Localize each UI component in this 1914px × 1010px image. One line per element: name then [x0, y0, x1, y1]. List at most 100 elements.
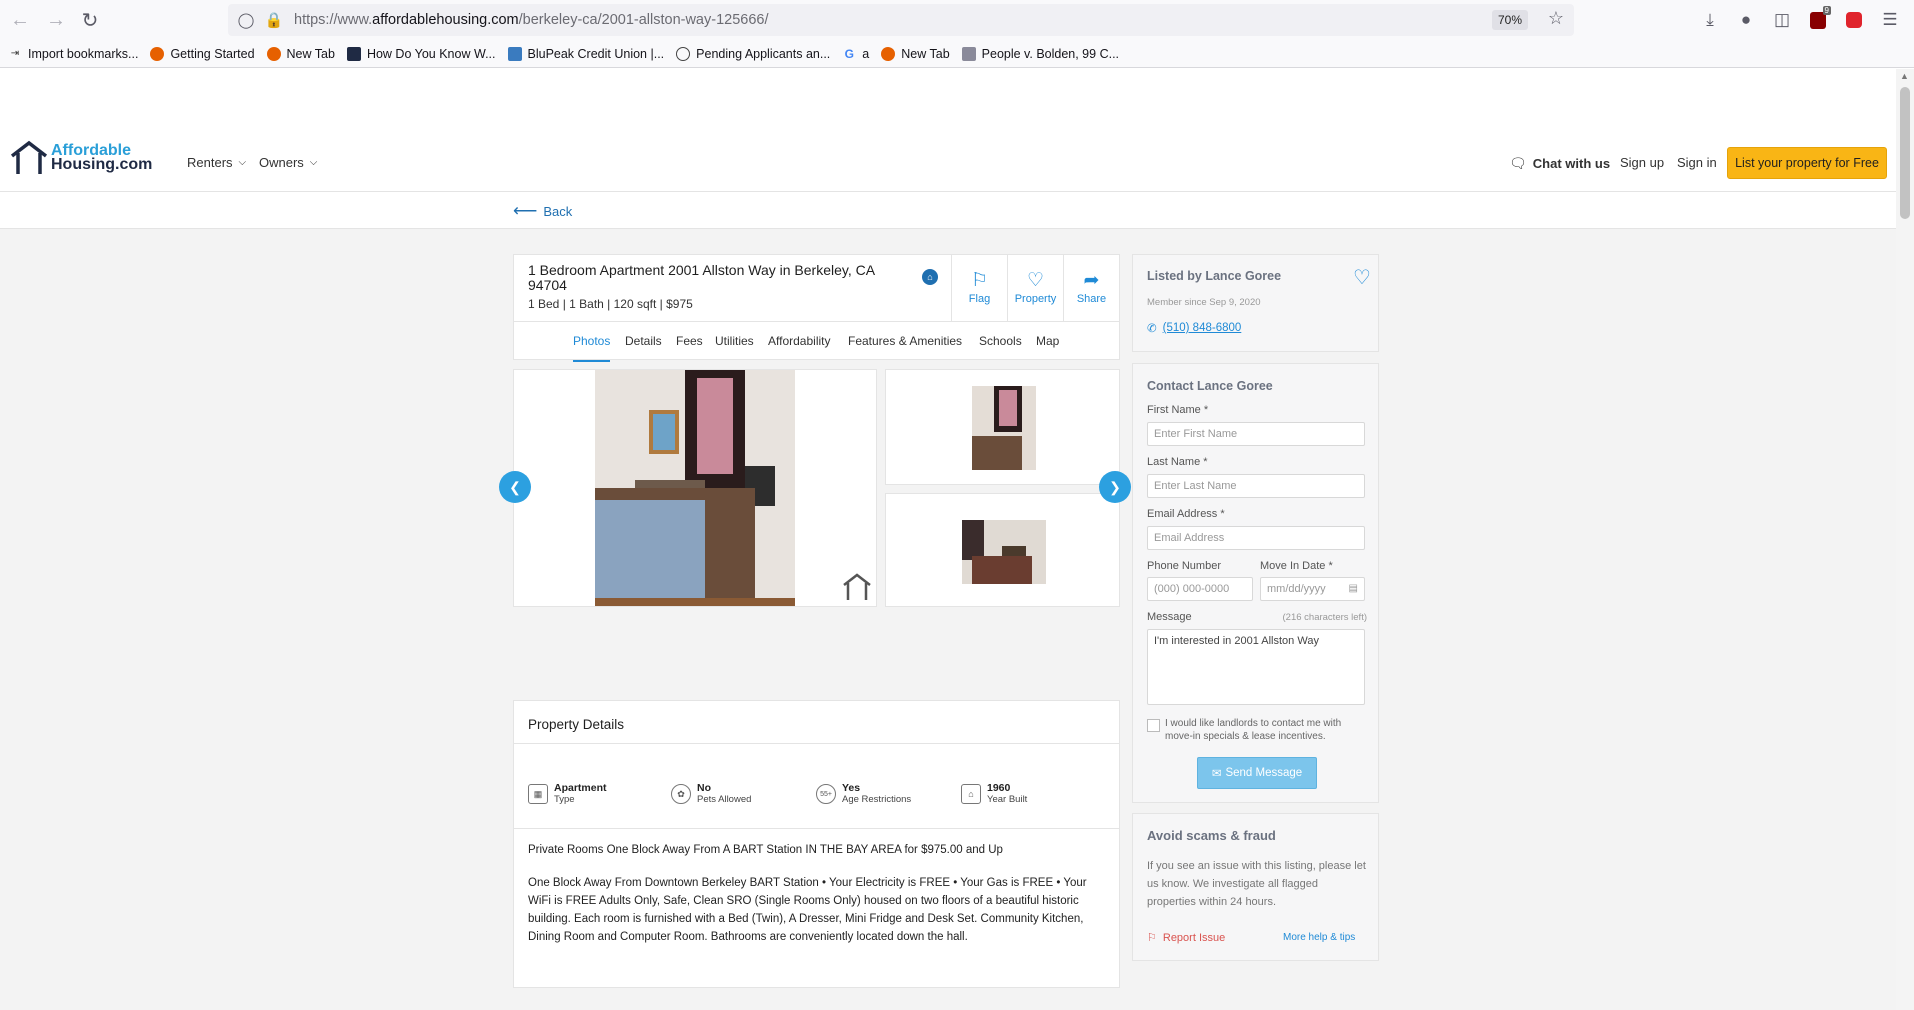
list-property-button[interactable]: List your property for Free — [1727, 147, 1887, 179]
property-details-heading: Property Details — [528, 717, 625, 732]
back-link[interactable]: ⟵ Back — [513, 201, 572, 221]
email-field[interactable]: Email Address — [1147, 526, 1365, 550]
tab-schools[interactable]: Schools — [979, 322, 1022, 362]
message-textarea[interactable]: I'm interested in 2001 Allston Way — [1147, 629, 1365, 705]
tab-affordability[interactable]: Affordability — [768, 322, 830, 362]
phone-link[interactable]: ✆ (510) 848-6800 — [1147, 321, 1241, 335]
first-name-label: First Name * — [1147, 404, 1209, 416]
flag-label: Flag — [968, 293, 991, 305]
address-bar[interactable]: ◯ 🔒 https://www.affordablehousing.com/be… — [228, 4, 1574, 36]
bookmark-star-icon[interactable]: ☆ — [1548, 8, 1564, 29]
tab-fees[interactable]: Fees — [676, 322, 703, 362]
page-scrollbar[interactable]: ▲ — [1896, 69, 1914, 1010]
bookmark-item[interactable]: Ga — [842, 46, 870, 61]
first-name-field[interactable]: Enter First Name — [1147, 422, 1365, 446]
forward-arrow-icon[interactable]: → — [38, 2, 74, 38]
browser-toolbar: ← → ↻ ◯ 🔒 https://www.affordablehousing.… — [0, 0, 1914, 40]
bookmark-label: Pending Applicants an... — [696, 46, 831, 61]
ext-badge: 9 — [1822, 5, 1831, 15]
scroll-up-icon[interactable]: ▲ — [1900, 71, 1909, 81]
bookmark-item[interactable]: New Tab — [881, 46, 950, 61]
contact-heading: Contact Lance Goree — [1147, 379, 1273, 393]
bookmark-item[interactable]: BluPeak Credit Union |... — [507, 46, 664, 61]
report-issue-link[interactable]: ⚐ Report Issue — [1147, 931, 1226, 945]
envelope-icon: ✉ — [1211, 768, 1222, 780]
logo-house-icon — [10, 140, 48, 174]
tab-features-amenities[interactable]: Features & Amenities — [848, 322, 962, 362]
divider — [514, 743, 1119, 744]
url-text[interactable]: https://www.affordablehousing.com/berkel… — [294, 12, 769, 28]
download-icon[interactable]: ⤓ — [1697, 8, 1723, 32]
main-photo[interactable] — [513, 369, 877, 607]
account-icon[interactable]: ● — [1733, 8, 1759, 32]
bookmark-item[interactable]: How Do You Know W... — [346, 46, 496, 61]
report-label: Report Issue — [1162, 931, 1226, 944]
phone-number-label: Phone Number — [1147, 560, 1221, 572]
site-icon — [961, 46, 976, 61]
bookmark-item[interactable]: Getting Started — [150, 46, 255, 61]
firefox-icon — [150, 46, 165, 61]
sub-header: ⟵ Back — [0, 191, 1896, 229]
nav-renters[interactable]: Renters ⌵ — [187, 155, 246, 170]
bookmark-item[interactable]: Pending Applicants an... — [676, 46, 831, 61]
chevron-right-icon: ❯ — [1109, 478, 1121, 495]
extensions-icon[interactable]: ◫ — [1769, 8, 1795, 32]
carousel-next-button[interactable]: ❯ — [1099, 471, 1131, 503]
scroll-thumb[interactable] — [1900, 87, 1910, 219]
more-help-link[interactable]: More help & tips — [1283, 932, 1355, 943]
share-button[interactable]: ➦ Share — [1063, 255, 1119, 321]
logo-text: Affordable Housing.com — [51, 143, 152, 173]
share-label: Share — [1076, 293, 1107, 305]
watermark-house-icon — [843, 573, 871, 600]
zoom-level[interactable]: 70% — [1491, 10, 1528, 30]
site-logo[interactable]: Affordable Housing.com — [10, 140, 152, 176]
bookmark-label: Getting Started — [170, 46, 255, 61]
bookmark-item[interactable]: People v. Bolden, 99 C... — [961, 46, 1119, 61]
photo-thumbnail[interactable] — [885, 369, 1120, 485]
consent-checkbox[interactable] — [1147, 719, 1160, 732]
heart-icon: ♡ — [1026, 270, 1045, 291]
send-message-button[interactable]: ✉ Send Message — [1197, 757, 1317, 789]
tab-photos[interactable]: Photos — [573, 322, 611, 362]
carousel-prev-button[interactable]: ❮ — [499, 471, 531, 503]
tab-map[interactable]: Map — [1036, 322, 1059, 362]
photo-thumbnail[interactable] — [885, 493, 1120, 607]
ublock-icon[interactable]: 9 — [1805, 5, 1831, 32]
scams-text: If you see an issue with this listing, p… — [1147, 860, 1366, 908]
signup-link[interactable]: Sign up — [1620, 155, 1664, 170]
date-placeholder: mm/dd/yyyy — [1267, 583, 1326, 595]
adblock-icon[interactable] — [1841, 8, 1867, 32]
tab-details[interactable]: Details — [625, 322, 662, 362]
feature-value: Apartment — [554, 782, 607, 794]
lister-card: Listed by Lance Goree ♡ Member since Sep… — [1132, 254, 1379, 352]
phone-field[interactable]: (000) 000-0000 — [1147, 577, 1253, 601]
menu-icon[interactable]: ☰ — [1877, 8, 1903, 32]
paw-icon: ✿ — [671, 784, 691, 804]
send-label: Send Message — [1225, 767, 1303, 779]
scams-heading: Avoid scams & fraud — [1147, 828, 1276, 843]
back-arrow-icon[interactable]: ← — [2, 2, 38, 38]
reload-icon[interactable]: ↻ — [72, 2, 108, 38]
nav-owners[interactable]: Owners ⌵ — [259, 155, 317, 170]
move-in-date-field[interactable]: mm/dd/yyyy ▤ — [1260, 577, 1365, 601]
site-icon — [507, 46, 522, 61]
tab-utilities[interactable]: Utilities — [715, 322, 754, 362]
bookmark-label: a — [862, 46, 870, 61]
feature-label: Year Built — [987, 794, 1028, 805]
listing-title-card: 1 Bedroom Apartment 2001 Allston Way in … — [513, 254, 1120, 362]
divider — [514, 828, 1119, 829]
favorite-heart-icon[interactable]: ♡ — [1353, 265, 1371, 290]
chat-button[interactable]: 🗨 Chat with us — [1509, 155, 1610, 172]
chat-icon: 🗨 — [1509, 155, 1527, 171]
back-arrow-icon: ⟵ — [513, 201, 538, 220]
back-label: Back — [543, 203, 573, 219]
bookmark-item[interactable]: New Tab — [266, 46, 335, 61]
bookmark-item[interactable]: ⇥ Import bookmarks... — [8, 46, 139, 61]
shield-icon[interactable]: ◯ — [236, 11, 256, 29]
save-property-button[interactable]: ♡ Property — [1007, 255, 1063, 321]
bookmark-label: Import bookmarks... — [28, 46, 139, 61]
flag-button[interactable]: ⚐ Flag — [951, 255, 1007, 321]
age-55-icon: 55+ — [816, 784, 836, 804]
signin-link[interactable]: Sign in — [1677, 155, 1717, 170]
last-name-field[interactable]: Enter Last Name — [1147, 474, 1365, 498]
